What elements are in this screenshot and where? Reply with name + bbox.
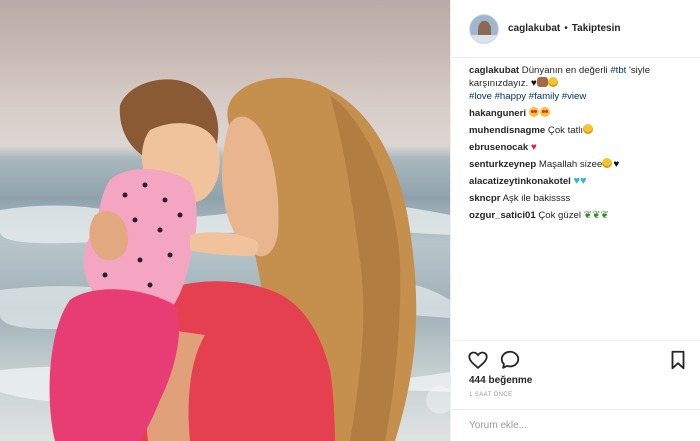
smile-icon xyxy=(583,124,594,134)
comment-username[interactable]: skncpr xyxy=(469,193,500,204)
caption-text-1: Dünyanın en değerli xyxy=(521,65,608,76)
comment-item: muhendisnagme Çok tatlı xyxy=(469,124,687,137)
smile-icon xyxy=(602,158,613,168)
love-eyes-icon xyxy=(539,107,550,117)
photo-illustration xyxy=(0,77,450,441)
hashtag-tbt[interactable]: #tbt xyxy=(610,65,626,76)
comment-text: Çok güzel xyxy=(538,210,581,221)
family-icon xyxy=(536,77,548,87)
red-heart-icon: ♥ xyxy=(530,142,537,153)
comment-input[interactable] xyxy=(469,420,669,431)
comment-username[interactable]: senturkzeynep xyxy=(469,159,536,170)
comment-text: Aşk ile bakissss xyxy=(502,193,571,204)
post-actions xyxy=(451,340,700,370)
comment-item: skncpr Aşk ile bakissss xyxy=(469,192,687,205)
smile-icon xyxy=(547,77,558,87)
follow-status[interactable]: Takiptesin xyxy=(572,23,621,34)
caption: caglakubat Dünyanın en değerli #tbt 'siy… xyxy=(469,64,687,103)
black-heart-icon: ♥ xyxy=(530,78,537,89)
black-heart-icon: ♥ xyxy=(613,159,620,170)
add-comment-bar xyxy=(451,409,700,441)
comment-item: ebrusenocak ♥ xyxy=(469,141,687,154)
caption-username[interactable]: caglakubat xyxy=(469,65,519,76)
likes-count[interactable]: 444 beğenme xyxy=(469,375,532,386)
comment-username[interactable]: muhendisnagme xyxy=(469,125,545,136)
header-text: caglakubat • Takiptesin xyxy=(508,23,620,34)
caption-hashtags[interactable]: #love #happy #family #view xyxy=(469,90,687,103)
comment-item: alacatizeytinkonakotel ♥♥ xyxy=(469,175,687,188)
comment-item: senturkzeynep Maşallah sizee ♥ xyxy=(469,158,687,171)
avatar[interactable] xyxy=(469,13,499,44)
love-eyes-icon xyxy=(528,107,539,117)
comment-item: hakanguneri xyxy=(469,107,687,120)
comment-item: ozgur_satici01 Çok güzel ❦❦❦ xyxy=(469,209,687,222)
comment-list: caglakubat Dünyanın en değerli #tbt 'siy… xyxy=(451,64,700,226)
post-side-panel: caglakubat • Takiptesin caglakubat Dünya… xyxy=(450,0,700,441)
post-header: caglakubat • Takiptesin xyxy=(451,0,700,58)
separator-dot: • xyxy=(564,23,568,34)
blue-heart-icon: ♥ xyxy=(580,175,587,187)
leaf-icon: ❦ xyxy=(600,210,609,221)
header-username[interactable]: caglakubat xyxy=(508,23,560,34)
post-photo[interactable] xyxy=(0,0,450,441)
leaf-icon: ❦ xyxy=(583,210,593,221)
comment-text: Çok tatlı xyxy=(547,125,584,136)
comment-username[interactable]: ebrusenocak xyxy=(469,142,528,153)
comment-username[interactable]: alacatizeytinkonakotel xyxy=(469,176,571,187)
bookmark-icon[interactable] xyxy=(667,349,689,371)
post-timestamp: 1 SAAT ÖNCE xyxy=(469,392,513,398)
comment-text: Maşallah sizee xyxy=(538,159,603,170)
comment-username[interactable]: ozgur_satici01 xyxy=(469,210,536,221)
comment-bubble-icon[interactable] xyxy=(499,349,521,371)
comment-username[interactable]: hakanguneri xyxy=(469,108,526,119)
like-heart-icon[interactable] xyxy=(467,349,489,371)
